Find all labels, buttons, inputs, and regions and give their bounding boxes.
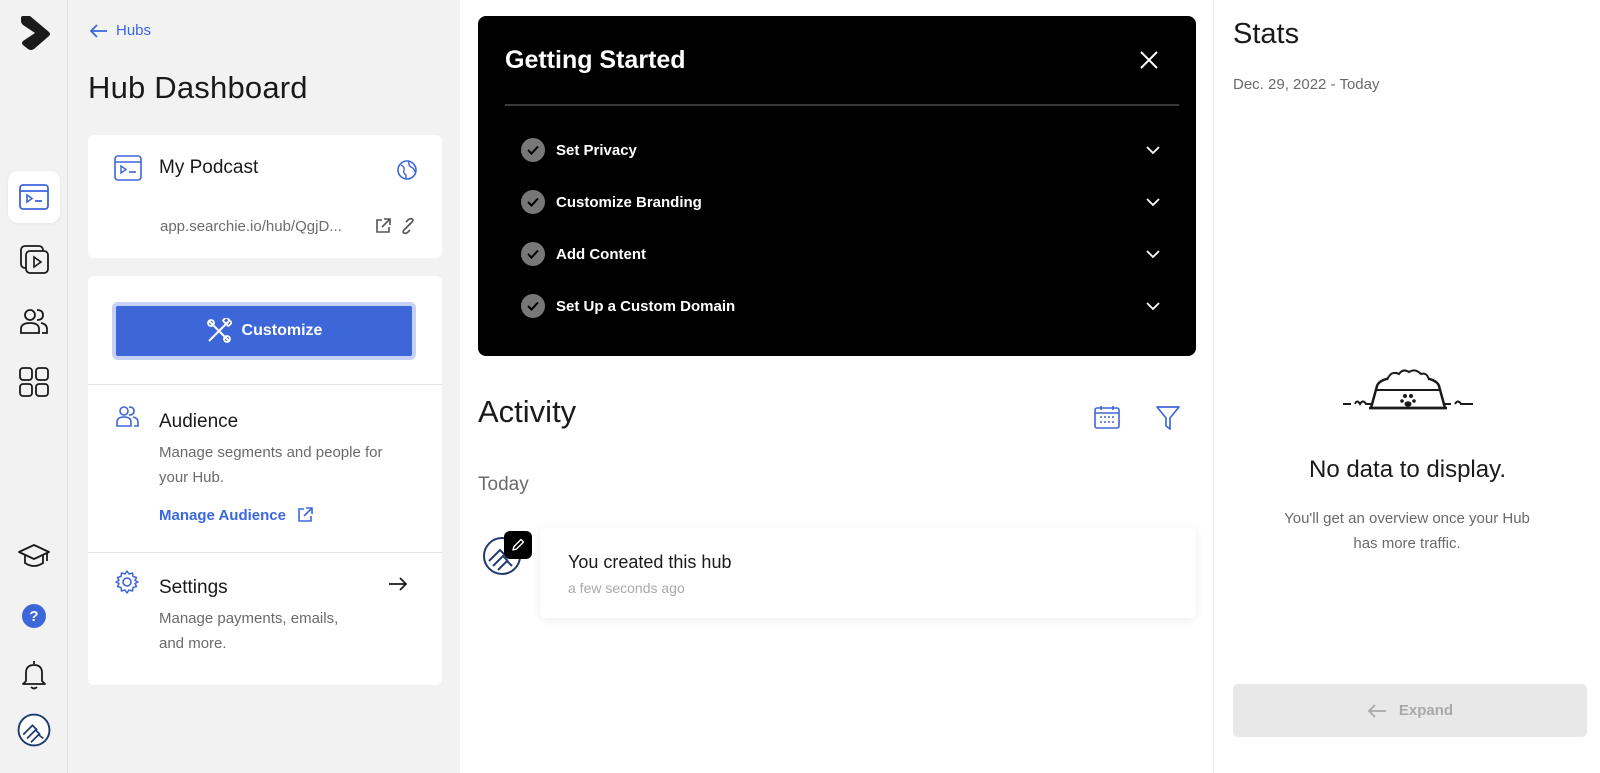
getting-started-panel: Getting Started Set Privacy Customize Br… xyxy=(478,16,1196,356)
stats-title: Stats xyxy=(1233,18,1300,50)
copy-link-icon[interactable] xyxy=(399,217,417,235)
stats-panel: Stats Dec. 29, 2022 - Today No data to d… xyxy=(1213,0,1600,773)
rail-profile-button[interactable] xyxy=(8,704,60,756)
podcast-card: My Podcast app.searchie.io/hub/QgjD... xyxy=(88,135,442,258)
main-content: Getting Started Set Privacy Customize Br… xyxy=(460,0,1213,773)
graduation-cap-icon xyxy=(18,544,50,567)
tools-icon xyxy=(206,318,232,343)
chevron-down-icon xyxy=(1146,302,1160,311)
hub-actions-card: Customize Audience Manage segments and p… xyxy=(88,276,442,685)
chevron-down-icon xyxy=(1146,146,1160,155)
chevron-down-icon xyxy=(1146,250,1160,259)
customize-button[interactable]: Customize xyxy=(112,302,416,360)
checklist-item-label: Add Content xyxy=(556,245,646,263)
empty-food-bowl-illustration xyxy=(1343,369,1473,410)
rail-audience-button[interactable] xyxy=(8,295,60,347)
avatar-icon xyxy=(17,713,51,747)
activity-title: Activity xyxy=(478,394,577,429)
checkmark-icon xyxy=(521,138,545,162)
customize-button-label: Customize xyxy=(241,322,323,339)
checklist-item-custom-domain[interactable]: Set Up a Custom Domain xyxy=(521,286,1161,326)
hub-panel: Hubs Hub Dashboard My Podcast app.search… xyxy=(68,0,460,773)
rail-learn-button[interactable] xyxy=(8,530,60,582)
grid-icon xyxy=(19,367,49,397)
empty-state-description: You'll get an overview once your Hub has… xyxy=(1284,510,1530,552)
manage-audience-label: Manage Audience xyxy=(159,506,286,524)
checkmark-icon xyxy=(521,242,545,266)
checklist-item-label: Set Up a Custom Domain xyxy=(556,297,736,315)
rail-hub-dashboard-button[interactable] xyxy=(8,171,60,223)
settings-description: Manage payments, emails, and more. xyxy=(159,610,339,652)
arrow-right-icon[interactable] xyxy=(388,576,408,592)
external-link-icon xyxy=(298,507,313,522)
app-rail: ? xyxy=(0,0,68,773)
rail-notifications-button[interactable] xyxy=(8,648,60,700)
expand-button-label: Expand xyxy=(1398,702,1454,719)
bell-icon xyxy=(22,661,46,690)
rail-help-button[interactable]: ? xyxy=(8,590,60,642)
activity-group-label: Today xyxy=(478,474,529,495)
audience-description: Manage segments and people for your Hub. xyxy=(159,444,383,486)
close-icon[interactable] xyxy=(1138,49,1160,71)
podcast-card-icon xyxy=(114,155,142,181)
calendar-icon[interactable] xyxy=(1094,405,1120,429)
globe-icon[interactable] xyxy=(396,159,418,181)
settings-gear-icon xyxy=(115,570,139,594)
page-title: Hub Dashboard xyxy=(88,70,308,105)
settings-title: Settings xyxy=(159,577,228,598)
activity-entry-text: You created this hub xyxy=(568,552,732,572)
audience-title: Audience xyxy=(159,411,239,432)
checklist-item-label: Set Privacy xyxy=(556,141,637,159)
back-to-hubs-link[interactable]: Hubs xyxy=(90,22,151,39)
empty-state-title: No data to display. xyxy=(1308,456,1506,483)
manage-audience-link[interactable]: Manage Audience xyxy=(159,506,314,524)
video-library-icon xyxy=(20,245,49,274)
checklist-item-set-privacy[interactable]: Set Privacy xyxy=(521,130,1161,170)
checkmark-icon xyxy=(521,294,545,318)
checklist-item-add-content[interactable]: Add Content xyxy=(521,234,1161,274)
podcast-url: app.searchie.io/hub/QgjD... xyxy=(160,218,342,235)
divider xyxy=(88,384,442,385)
users-icon xyxy=(20,309,48,334)
podcast-card-icon xyxy=(19,184,49,210)
edit-badge xyxy=(504,531,532,559)
audience-icon xyxy=(116,406,139,427)
rail-media-button[interactable] xyxy=(8,233,60,285)
activity-entry: You created this hub a few seconds ago xyxy=(540,528,1196,618)
checklist-item-customize-branding[interactable]: Customize Branding xyxy=(521,182,1161,222)
rail-apps-button[interactable] xyxy=(8,356,60,408)
checkmark-icon xyxy=(521,190,545,214)
external-link-icon[interactable] xyxy=(374,217,392,235)
stats-date-range: Dec. 29, 2022 - Today xyxy=(1233,76,1380,93)
filter-icon[interactable] xyxy=(1155,405,1181,431)
podcast-name: My Podcast xyxy=(159,157,259,178)
arrow-left-icon xyxy=(90,23,107,38)
checklist-item-label: Customize Branding xyxy=(556,193,702,211)
activity-entry-time: a few seconds ago xyxy=(568,580,685,596)
pencil-icon xyxy=(512,538,525,551)
searchie-logo[interactable] xyxy=(16,15,52,51)
divider xyxy=(88,552,442,553)
expand-button[interactable]: Expand xyxy=(1233,684,1587,737)
arrow-left-icon xyxy=(1367,703,1386,718)
help-icon: ? xyxy=(22,604,46,628)
back-link-label: Hubs xyxy=(116,22,152,39)
getting-started-title: Getting Started xyxy=(505,46,686,74)
svg-text:?: ? xyxy=(29,608,38,625)
chevron-down-icon xyxy=(1146,198,1160,207)
divider xyxy=(505,104,1179,106)
